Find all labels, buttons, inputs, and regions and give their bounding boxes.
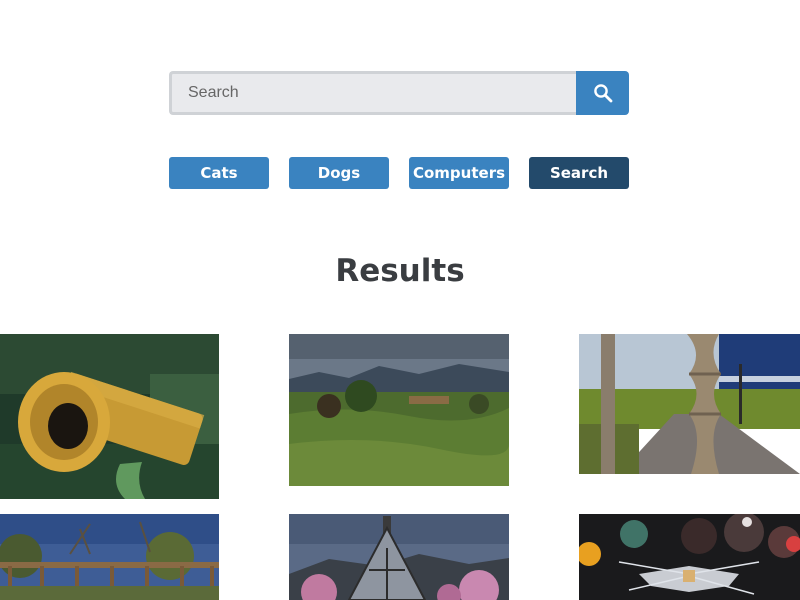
search-bar [169, 71, 629, 115]
dogs-button[interactable]: Dogs [289, 157, 389, 189]
results-heading: Results [335, 253, 465, 289]
result-image[interactable] [0, 514, 219, 600]
search-submit-button[interactable] [576, 71, 629, 115]
result-image[interactable] [579, 334, 800, 474]
search-button[interactable]: Search [529, 157, 629, 189]
search-input[interactable] [169, 71, 576, 115]
result-image[interactable] [289, 514, 509, 600]
page: Cats Dogs Computers Search Results [0, 0, 800, 600]
search-icon [593, 84, 612, 103]
result-image[interactable] [289, 334, 509, 486]
cats-button[interactable]: Cats [169, 157, 269, 189]
result-image[interactable] [579, 514, 800, 600]
computers-button[interactable]: Computers [409, 157, 509, 189]
result-image[interactable] [0, 334, 219, 499]
